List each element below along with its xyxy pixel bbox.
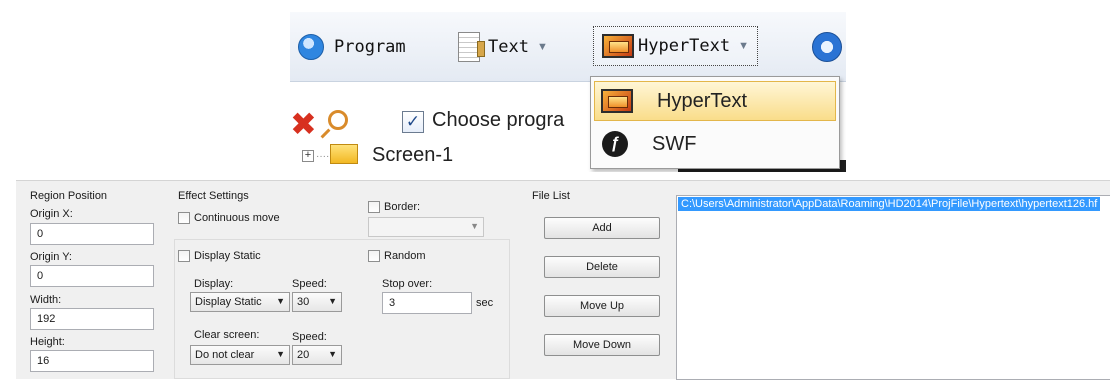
checkbox-box (368, 250, 380, 262)
width-input[interactable]: 192 (30, 308, 154, 330)
checkbox-box (178, 212, 190, 224)
swf-flash-icon: ƒ (602, 131, 628, 157)
speed-select[interactable]: 30 ▼ (292, 292, 342, 312)
text-button[interactable]: Text ▼ (458, 30, 548, 64)
hypertext-dropdown-menu: HyperText ƒ SWF (590, 76, 840, 169)
clear-screen-label: Clear screen: (194, 329, 260, 341)
border-select[interactable]: ▼ (368, 217, 484, 237)
toolbar: Program Text ▼ HyperText ▼ (290, 12, 846, 82)
text-document-icon (458, 32, 485, 62)
menu-item-swf[interactable]: ƒ SWF (594, 124, 836, 164)
file-list-title: File List (532, 190, 570, 202)
chevron-down-icon: ▼ (536, 41, 548, 53)
speed-select-value: 30 (297, 296, 310, 308)
text-label: Text (488, 37, 529, 57)
clear-screen-select[interactable]: Do not clear ▼ (190, 345, 290, 365)
border-label: Border: (384, 201, 421, 213)
file-list-box[interactable]: C:\Users\Administrator\AppData\Roaming\H… (676, 195, 1110, 380)
chevron-down-icon: ▼ (738, 40, 750, 52)
choose-program-checkbox[interactable]: ✓ (402, 111, 424, 133)
hypertext-image-icon (601, 89, 633, 113)
stop-over-label: Stop over: (382, 278, 433, 290)
move-up-button[interactable]: Move Up (544, 295, 660, 317)
display-label: Display: (194, 278, 234, 290)
chevron-down-icon: ▼ (470, 221, 479, 231)
random-label: Random (384, 250, 426, 262)
effect-settings-title: Effect Settings (178, 190, 249, 202)
speed2-select[interactable]: 20 ▼ (292, 345, 342, 365)
display-static-label: Display Static (194, 250, 261, 262)
display-select-value: Display Static (195, 296, 262, 308)
settings-panel: Region Position Origin X: 0 Origin Y: 0 … (16, 180, 1110, 380)
hypertext-image-icon (602, 34, 634, 58)
program-button[interactable]: Program (298, 30, 406, 64)
menu-item-label: SWF (652, 132, 697, 155)
origin-y-label: Origin Y: (30, 251, 72, 263)
speed-label: Speed: (292, 278, 327, 290)
border-checkbox[interactable]: Border: (368, 201, 420, 213)
chevron-down-icon: ▼ (276, 296, 285, 306)
origin-x-label: Origin X: (30, 208, 73, 220)
height-label: Height: (30, 336, 65, 348)
tree-connector: ···· (316, 151, 330, 162)
menu-screenshot: Program Text ▼ HyperText ▼ ✖ ✓ Choose pr… (290, 12, 846, 172)
display-static-checkbox[interactable]: Display Static (178, 250, 261, 262)
tree-expand-icon[interactable]: + (302, 150, 314, 162)
delete-button[interactable]: Delete (544, 256, 660, 278)
chevron-down-icon: ▼ (328, 349, 337, 359)
menu-item-label: HyperText (657, 89, 748, 112)
width-label: Width: (30, 294, 62, 306)
checkbox-box (178, 250, 190, 262)
add-button[interactable]: Add (544, 217, 660, 239)
height-input[interactable]: 16 (30, 350, 154, 372)
clock-button[interactable] (812, 30, 842, 64)
program-label: Program (334, 37, 406, 57)
origin-y-input[interactable]: 0 (30, 265, 154, 287)
screen-folder-icon (330, 144, 358, 164)
file-list-item[interactable]: C:\Users\Administrator\AppData\Roaming\H… (678, 197, 1101, 211)
delete-x-icon[interactable]: ✖ (290, 108, 317, 140)
speed2-label: Speed: (292, 331, 327, 343)
chevron-down-icon: ▼ (276, 349, 285, 359)
checkbox-box (368, 201, 380, 213)
choose-program-label: Choose progra (432, 109, 565, 131)
move-down-button[interactable]: Move Down (544, 334, 660, 356)
clear-screen-select-value: Do not clear (195, 349, 255, 361)
continuous-move-checkbox[interactable]: Continuous move (178, 212, 280, 224)
clock-icon (812, 32, 842, 62)
chevron-down-icon: ▼ (328, 296, 337, 306)
continuous-move-label: Continuous move (194, 212, 280, 224)
stop-over-input[interactable]: 3 (382, 292, 472, 314)
menu-item-hypertext[interactable]: HyperText (594, 81, 836, 121)
program-icon (298, 34, 324, 60)
speed2-select-value: 20 (297, 349, 310, 361)
random-checkbox[interactable]: Random (368, 250, 426, 262)
stop-over-unit: sec (476, 297, 494, 309)
display-select[interactable]: Display Static ▼ (190, 292, 290, 312)
screen-tree-item[interactable]: Screen-1 (372, 144, 453, 167)
search-icon[interactable] (328, 110, 348, 130)
region-position-title: Region Position (30, 190, 108, 202)
hypertext-button[interactable]: HyperText ▼ (593, 26, 759, 66)
origin-x-input[interactable]: 0 (30, 223, 154, 245)
hypertext-label: HyperText (638, 36, 731, 56)
